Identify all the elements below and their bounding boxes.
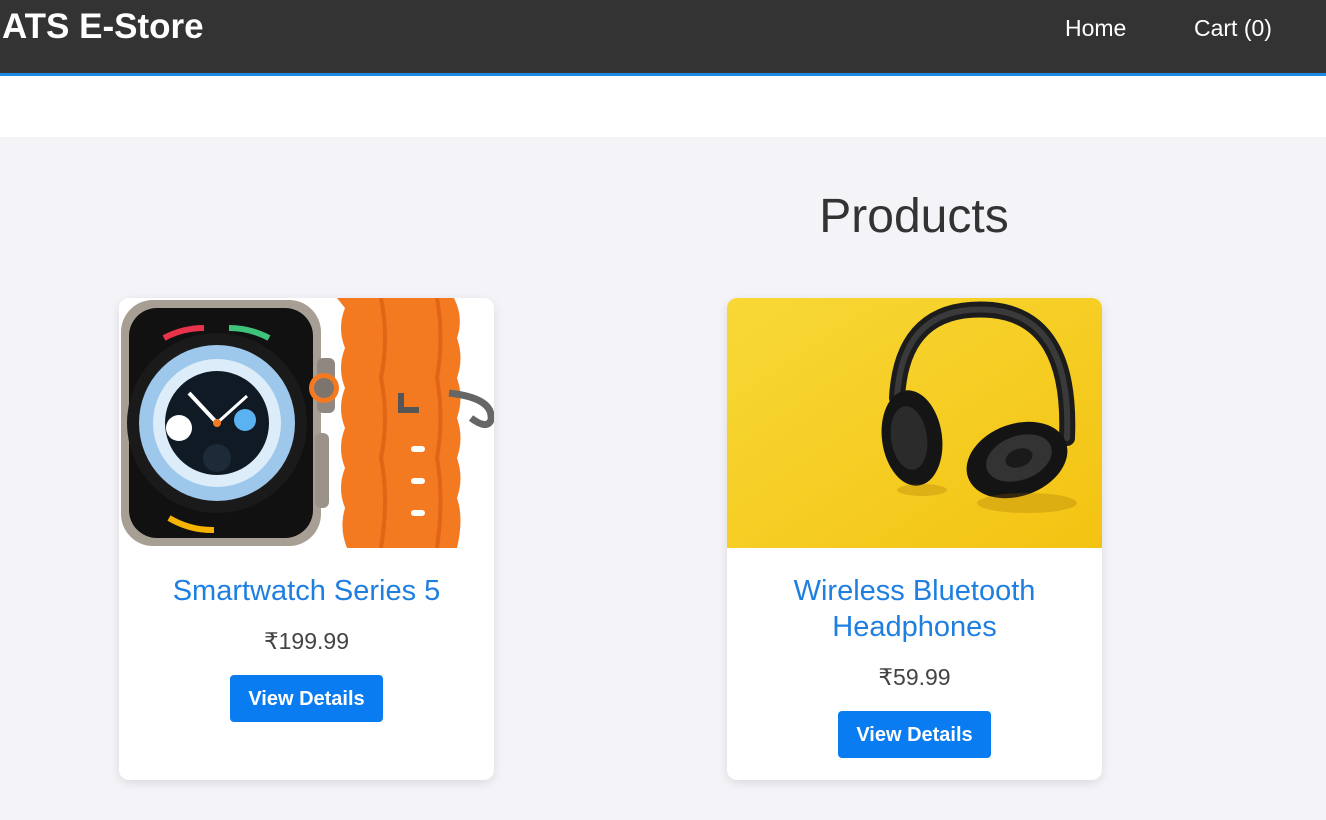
brand-logo[interactable]: ATS E-Store bbox=[2, 6, 204, 48]
smartwatch-image[interactable] bbox=[119, 298, 494, 548]
header-spacer bbox=[0, 76, 1326, 137]
navbar: ATS E-Store Home Cart (0) bbox=[0, 0, 1326, 76]
view-details-button[interactable]: View Details bbox=[838, 711, 991, 758]
nav-home-link[interactable]: Home bbox=[1065, 14, 1126, 42]
product-price: ₹199.99 bbox=[264, 628, 349, 654]
headphones-image[interactable] bbox=[727, 298, 1102, 548]
products-section: Products Smartwatch Series 5 ₹199.99 Vie… bbox=[0, 137, 1326, 820]
page-title: Products bbox=[819, 190, 1009, 243]
product-card: Wireless Bluetooth Headphones ₹59.99 Vie… bbox=[727, 298, 1102, 780]
product-card: Smartwatch Series 5 ₹199.99 View Details bbox=[119, 298, 494, 780]
product-title-link[interactable]: Wireless Bluetooth Headphones bbox=[727, 573, 1102, 645]
view-details-button[interactable]: View Details bbox=[230, 675, 383, 722]
nav-cart-link[interactable]: Cart (0) bbox=[1194, 14, 1272, 42]
product-price: ₹59.99 bbox=[878, 664, 951, 690]
product-title-link[interactable]: Smartwatch Series 5 bbox=[119, 573, 494, 609]
